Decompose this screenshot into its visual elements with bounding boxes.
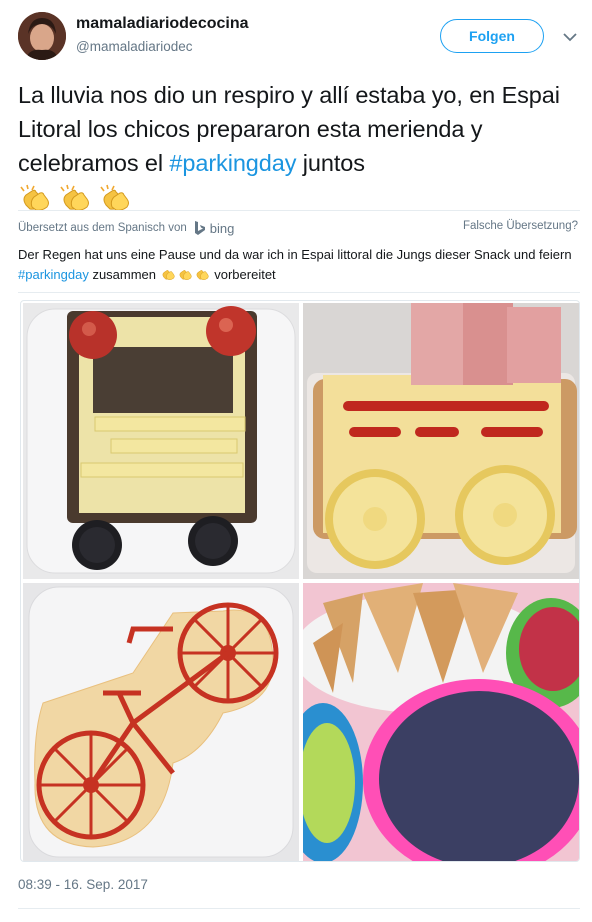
clapping-hands-icon (20, 184, 49, 211)
bread-bus-photo[interactable] (23, 303, 299, 579)
avatar[interactable] (18, 12, 66, 60)
chevron-down-icon[interactable] (561, 30, 579, 44)
display-name[interactable]: mamaladiariodecocina (76, 15, 249, 33)
translation-text-part: zusammen (88, 267, 160, 282)
clapping-hands-icon (196, 270, 209, 280)
follow-button[interactable]: Folgen (440, 19, 544, 53)
translation-text-part: vorbereitet (210, 267, 276, 282)
clapping-hands-icon (179, 270, 192, 280)
translated-from-label: Übersetzt aus dem Spanisch von (18, 222, 187, 234)
tweet-header: mamaladiariodecocina @mamaladiariodec Fo… (0, 0, 592, 70)
tweet-text-part: juntos (296, 150, 365, 176)
clapping-emoji-group (18, 180, 138, 214)
hashtag-link[interactable]: #parkingday (169, 150, 296, 176)
translation-attribution: Übersetzt aus dem Spanisch von bing (18, 220, 234, 236)
bing-label[interactable]: bing (210, 221, 235, 236)
bing-logo-icon (194, 221, 205, 235)
user-handle[interactable]: @mamaladiariodec (76, 39, 193, 54)
cheese-bicycle-photo[interactable] (23, 583, 299, 861)
translation-text-part: Der Regen hat uns eine Pause und da war … (18, 247, 572, 262)
clapping-hands-icon (162, 270, 175, 280)
clapping-hands-icon (100, 184, 129, 211)
snack-bowls-photo[interactable] (303, 583, 579, 861)
clapping-hands-icon (60, 184, 89, 211)
divider (18, 292, 580, 293)
translated-text: Der Regen hat uns eine Pause und da war … (18, 245, 580, 285)
divider (18, 908, 580, 909)
photo-grid[interactable] (20, 300, 580, 862)
wrong-translation-link[interactable]: Falsche Übersetzung? (463, 220, 578, 232)
hashtag-link[interactable]: #parkingday (18, 267, 89, 282)
cheese-wagon-photo[interactable] (303, 303, 579, 579)
tweet-timestamp[interactable]: 08:39 - 16. Sep. 2017 (18, 877, 148, 892)
divider (18, 210, 580, 211)
tweet-text: La lluvia nos dio un respiro y allí esta… (18, 78, 583, 214)
